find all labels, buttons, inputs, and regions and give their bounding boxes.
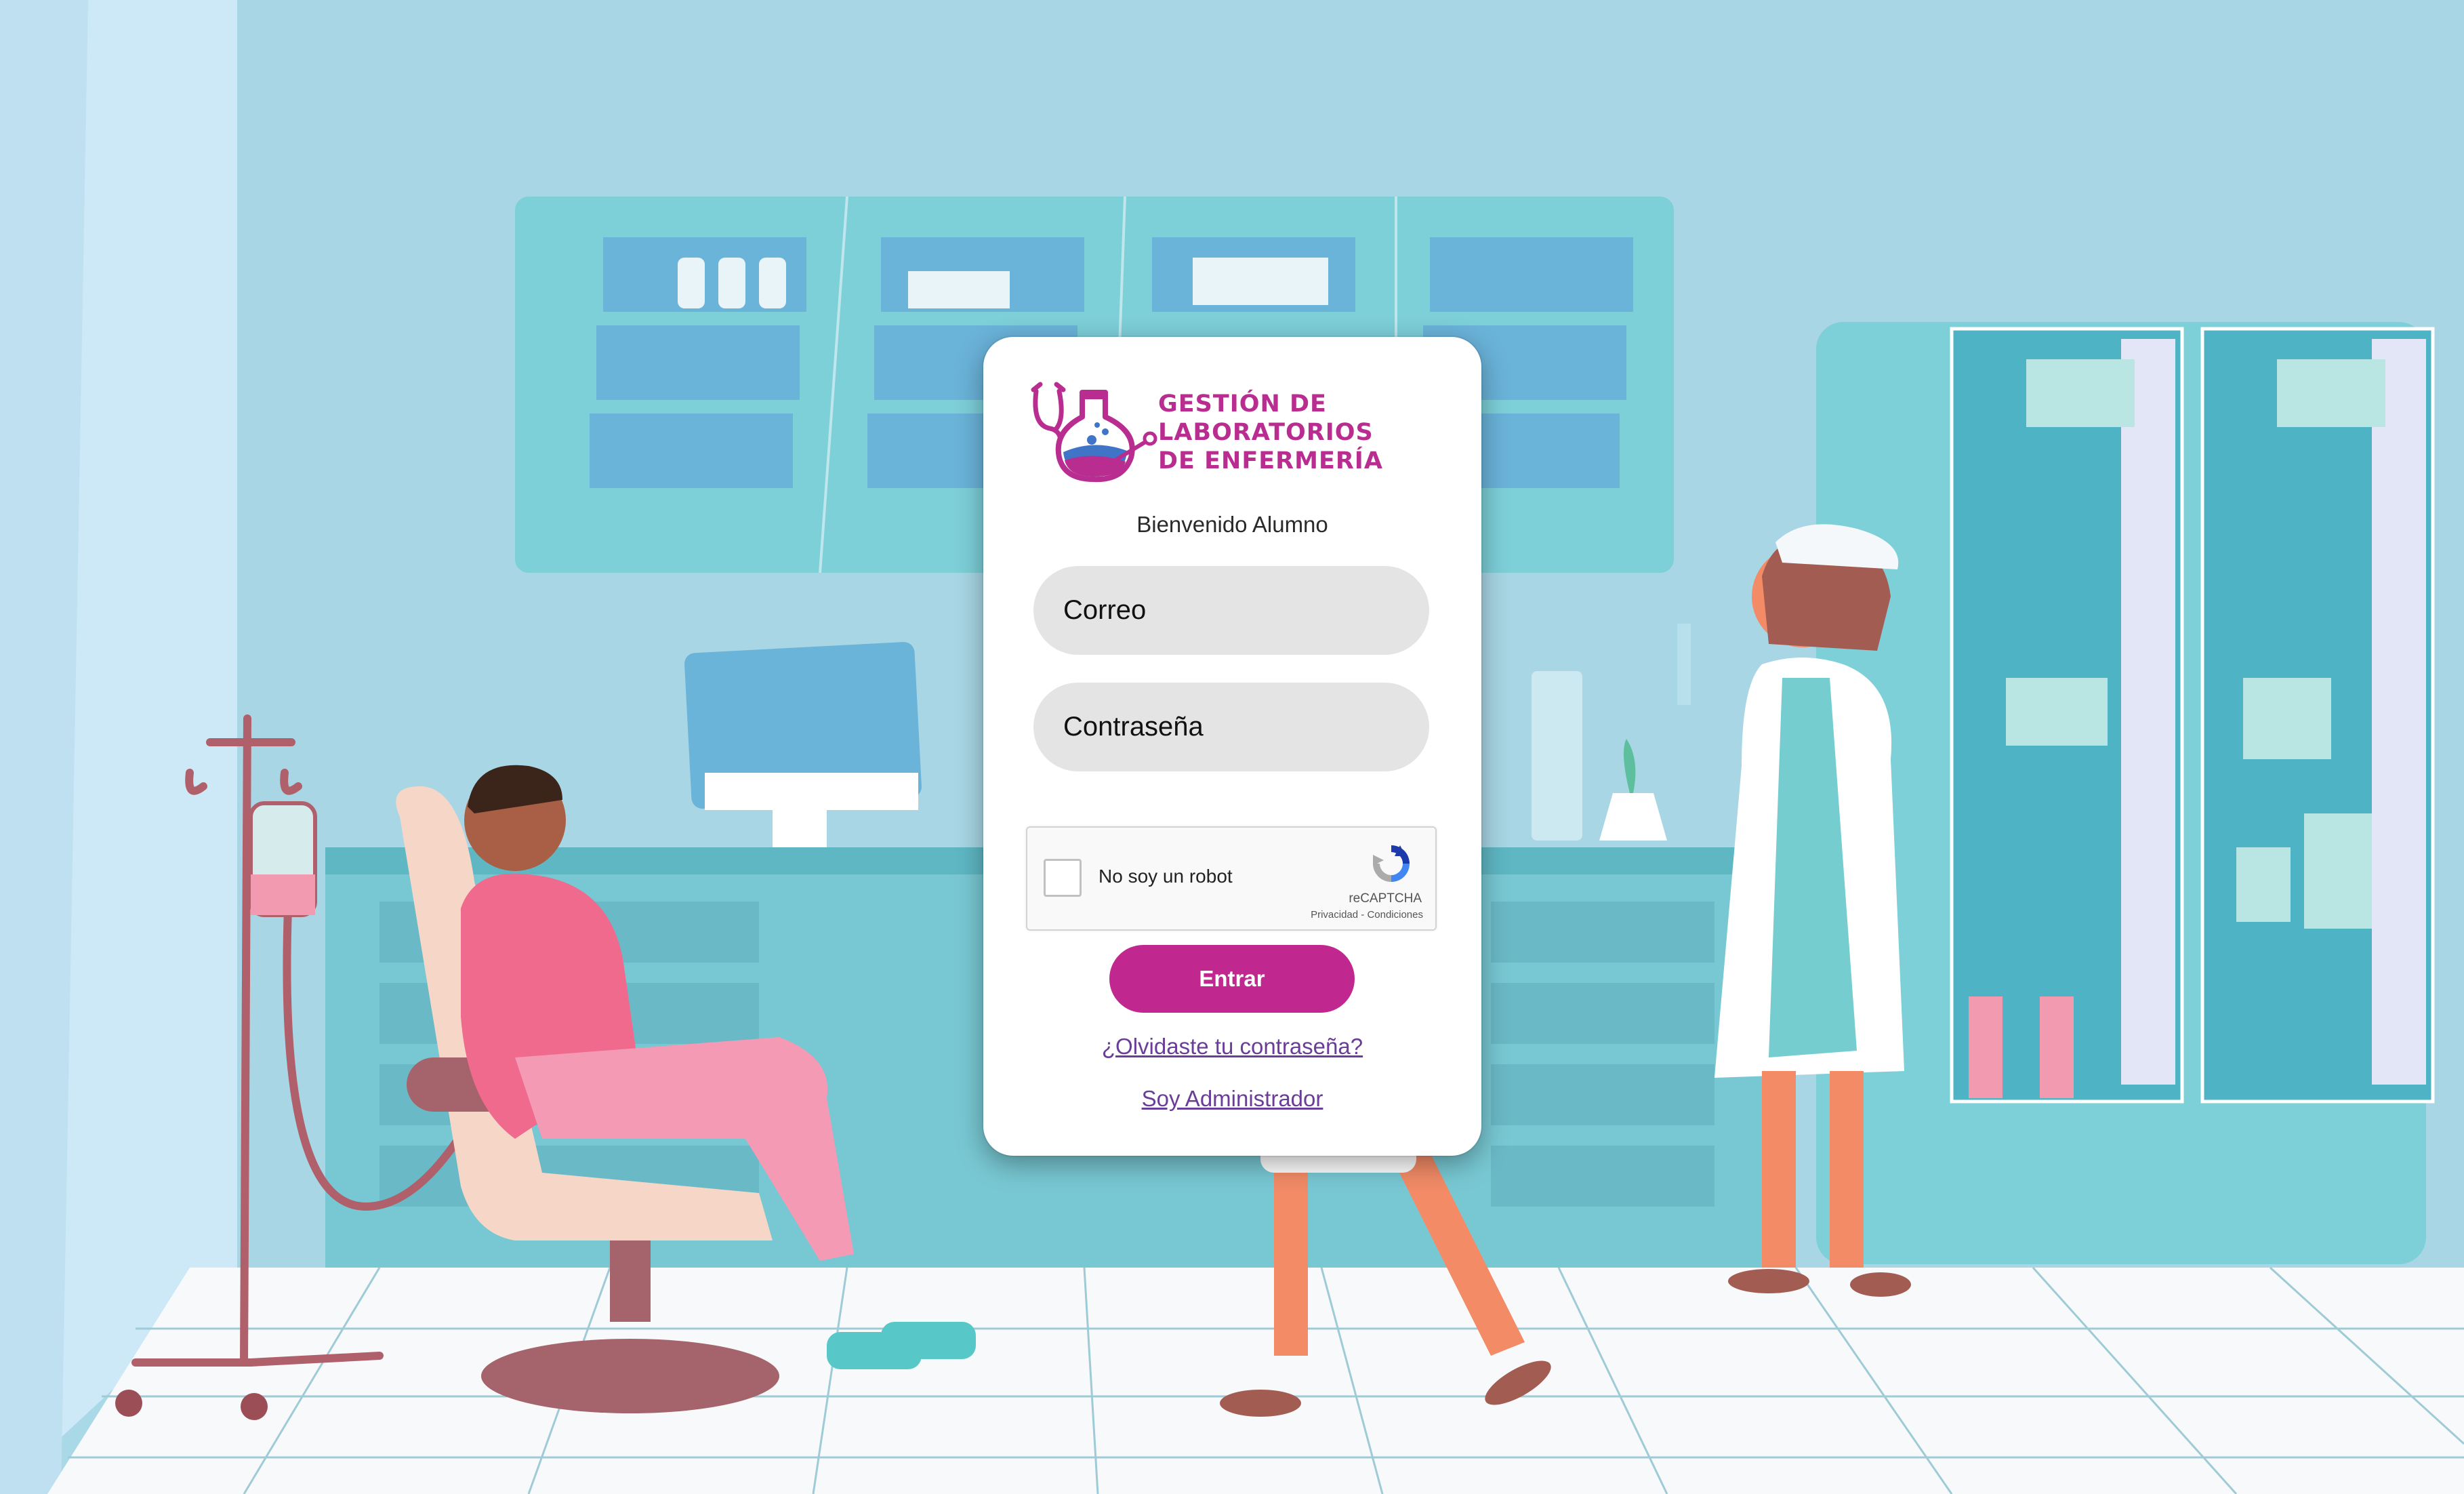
recaptcha-widget: No soy un robot reCAPTCHA Privacidad - C… <box>1026 826 1437 931</box>
brand-title-line1: GESTIÓN DE <box>1158 390 1327 418</box>
login-card: GESTIÓN DE LABORATORIOS DE ENFERMERÍA Bi… <box>983 337 1481 1156</box>
forgot-password-link[interactable]: ¿Olvidaste tu contraseña? <box>983 1034 1481 1059</box>
recaptcha-checkbox[interactable] <box>1044 859 1082 897</box>
brand-title-line3: DE ENFERMERÍA <box>1158 447 1383 475</box>
password-field[interactable] <box>1033 683 1429 771</box>
recaptcha-icon <box>1373 845 1410 882</box>
recaptcha-label: No soy un robot <box>1098 866 1233 887</box>
email-field[interactable] <box>1033 566 1429 655</box>
recaptcha-links[interactable]: Privacidad - Condiciones <box>1311 909 1423 921</box>
recaptcha-brand: reCAPTCHA <box>1349 891 1422 906</box>
brand-logo: GESTIÓN DE LABORATORIOS DE ENFERMERÍA <box>1029 378 1409 486</box>
submit-button[interactable]: Entrar <box>1109 945 1355 1013</box>
admin-login-link[interactable]: Soy Administrador <box>983 1086 1481 1112</box>
stethoscope-flask-icon <box>1031 382 1157 483</box>
welcome-text: Bienvenido Alumno <box>1136 512 1328 537</box>
brand-title-line2: LABORATORIOS <box>1158 419 1374 446</box>
login-screen: GESTIÓN DE LABORATORIOS DE ENFERMERÍA Bi… <box>0 0 2464 1494</box>
brand-title: GESTIÓN DE LABORATORIOS DE ENFERMERÍA <box>1158 390 1429 475</box>
